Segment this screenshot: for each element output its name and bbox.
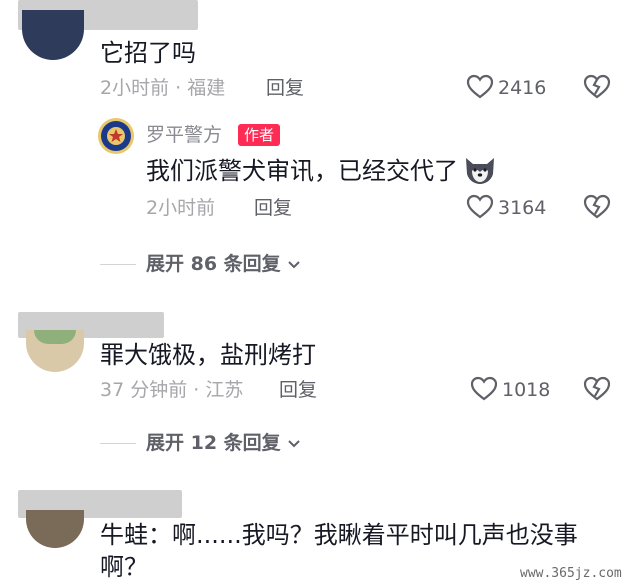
comment-text-1: 它招了吗 [100,39,196,67]
commenter-avatar-3[interactable] [26,510,84,548]
reply-button-author[interactable]: 回复 [254,196,292,220]
like-count-1: 2416 [498,77,547,99]
comment-text-2: 罪大饿极，盐刑烤打 [100,341,316,369]
expand-replies-button-1[interactable]: 展开 86 条回复 [146,252,301,276]
chevron-down-icon [288,439,301,447]
expand-replies-label-2: 展开 12 条回复 [146,432,281,454]
expand-replies-button-2[interactable]: 展开 12 条回复 [146,431,301,455]
comment-meta-2: 37 分钟前 · 江苏 [100,379,244,401]
expand-replies-label-1: 展开 86 条回复 [146,253,281,275]
site-watermark: www.365jz.com [520,566,622,581]
commenter-avatar-2[interactable] [26,330,84,372]
author-reply-time: 2小时前 [146,197,216,219]
expand-divider-2 [100,443,136,444]
expand-divider-1 [100,264,136,265]
comment-text-3-line1: 牛蛙：啊......我吗？我瞅着平时叫几声也没事 [100,521,578,549]
heart-outline-icon[interactable] [466,194,494,220]
husky-dog-emoji-icon [466,158,494,184]
author-name[interactable]: 罗平警方 [146,123,222,147]
chevron-down-icon [288,260,301,268]
like-count-author: 3164 [498,197,547,219]
police-emblem-icon [101,121,131,151]
author-reply-text: 我们派警犬审讯，已经交代了 [146,157,458,185]
comment-meta-1: 2小时前 · 福建 [100,77,226,99]
broken-heart-icon[interactable] [582,74,612,100]
avatar-hair [34,330,76,344]
broken-heart-icon[interactable] [582,194,612,220]
police-badge-avatar[interactable] [98,118,134,154]
heart-outline-icon[interactable] [466,74,494,100]
comment-text-3-line2: 啊？ [100,553,148,581]
reply-button-1[interactable]: 回复 [266,76,304,100]
author-badge: 作者 [238,124,281,146]
commenter-avatar-1[interactable] [22,10,84,60]
reply-button-2[interactable]: 回复 [279,378,317,402]
heart-outline-icon[interactable] [470,376,498,402]
broken-heart-icon[interactable] [582,376,612,402]
like-count-2: 1018 [502,379,551,401]
